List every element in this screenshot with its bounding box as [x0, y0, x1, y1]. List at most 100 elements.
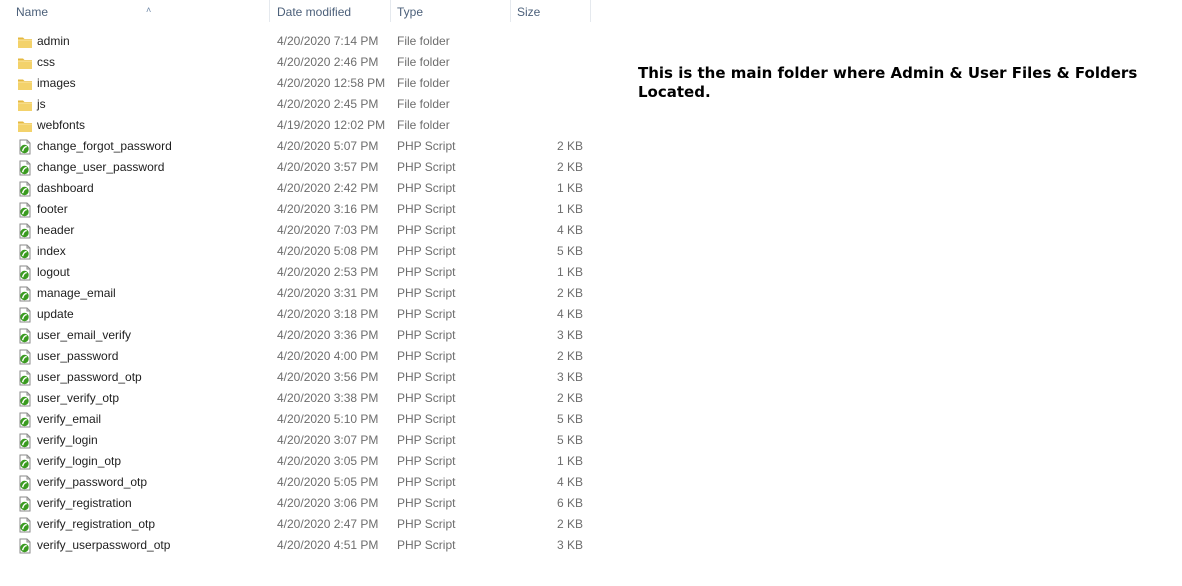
php-file-icon: [17, 391, 33, 407]
file-type: PHP Script: [397, 265, 456, 279]
file-date-modified: 4/20/2020 5:07 PM: [277, 139, 379, 153]
php-file-icon: [17, 139, 33, 155]
file-date-modified: 4/20/2020 3:31 PM: [277, 286, 379, 300]
file-name: update: [37, 307, 74, 321]
file-name: user_password: [37, 349, 119, 363]
file-row[interactable]: logout 4/20/2020 2:53 PM PHP Script 1 KB: [0, 262, 600, 283]
file-type: PHP Script: [397, 412, 456, 426]
file-row[interactable]: update 4/20/2020 3:18 PM PHP Script 4 KB: [0, 304, 600, 325]
column-header-name[interactable]: Name ˄: [10, 0, 270, 22]
file-date-modified: 4/20/2020 3:36 PM: [277, 328, 379, 342]
file-row[interactable]: header 4/20/2020 7:03 PM PHP Script 4 KB: [0, 220, 600, 241]
file-name: manage_email: [37, 286, 116, 300]
file-list: admin 4/20/2020 7:14 PM File folder css 4/20…: [0, 31, 600, 556]
file-row[interactable]: verify_email 4/20/2020 5:10 PM PHP Script 5…: [0, 409, 600, 430]
php-file-icon: [17, 412, 33, 428]
file-size: 1 KB: [556, 265, 583, 279]
file-name: footer: [37, 202, 68, 216]
file-date-modified: 4/20/2020 5:10 PM: [277, 412, 379, 426]
file-row[interactable]: verify_login 4/20/2020 3:07 PM PHP Script 5…: [0, 430, 600, 451]
file-name: change_user_password: [37, 160, 165, 174]
php-file-icon: [17, 349, 33, 365]
annotation-note: This is the main folder where Admin & Us…: [638, 64, 1138, 101]
column-header-size[interactable]: Size: [511, 0, 591, 22]
file-row[interactable]: user_email_verify 4/20/2020 3:36 PM PHP Sc…: [0, 325, 600, 346]
file-name: verify_login_otp: [37, 454, 122, 468]
folder-icon: [17, 118, 33, 134]
file-row[interactable]: verify_login_otp 4/20/2020 3:05 PM PHP Scr…: [0, 451, 600, 472]
file-type: File folder: [397, 34, 450, 48]
file-row[interactable]: index 4/20/2020 5:08 PM PHP Script 5 KB: [0, 241, 600, 262]
file-row[interactable]: webfonts 4/19/2020 12:02 PM File folder: [0, 115, 600, 136]
php-file-icon: [17, 496, 33, 512]
file-type: PHP Script: [397, 391, 456, 405]
file-date-modified: 4/20/2020 3:05 PM: [277, 454, 379, 468]
file-row[interactable]: user_password 4/20/2020 4:00 PM PHP Script…: [0, 346, 600, 367]
file-name: css: [37, 55, 55, 69]
php-file-icon: [17, 202, 33, 218]
file-date-modified: 4/20/2020 3:18 PM: [277, 307, 379, 321]
file-row[interactable]: verify_registration 4/20/2020 3:06 PM PHP …: [0, 493, 600, 514]
column-header-name-label: Name: [16, 5, 49, 19]
file-date-modified: 4/20/2020 7:14 PM: [277, 34, 379, 48]
file-type: PHP Script: [397, 433, 456, 447]
column-header-type[interactable]: Type: [391, 0, 511, 22]
file-type: PHP Script: [397, 244, 456, 258]
file-date-modified: 4/20/2020 5:08 PM: [277, 244, 379, 258]
file-date-modified: 4/20/2020 2:45 PM: [277, 97, 379, 111]
file-name: index: [37, 244, 66, 258]
php-file-icon: [17, 538, 33, 554]
file-size: 5 KB: [556, 244, 583, 258]
file-row[interactable]: verify_userpassword_otp 4/20/2020 4:51 PM…: [0, 535, 600, 556]
file-row[interactable]: manage_email 4/20/2020 3:31 PM PHP Script 2…: [0, 283, 600, 304]
php-file-icon: [17, 181, 33, 197]
file-row[interactable]: js 4/20/2020 2:45 PM File folder: [0, 94, 600, 115]
file-size: 3 KB: [556, 370, 583, 384]
file-type: PHP Script: [397, 160, 456, 174]
php-file-icon: [17, 433, 33, 449]
file-size: 4 KB: [556, 307, 583, 321]
file-type: File folder: [397, 55, 450, 69]
file-row[interactable]: verify_registration_otp 4/20/2020 2:47 PM…: [0, 514, 600, 535]
file-row[interactable]: verify_password_otp 4/20/2020 5:05 PM PHP …: [0, 472, 600, 493]
php-file-icon: [17, 265, 33, 281]
file-row[interactable]: css 4/20/2020 2:46 PM File folder: [0, 52, 600, 73]
file-type: PHP Script: [397, 454, 456, 468]
file-row[interactable]: admin 4/20/2020 7:14 PM File folder: [0, 31, 600, 52]
file-row[interactable]: footer 4/20/2020 3:16 PM PHP Script 1 KB: [0, 199, 600, 220]
php-file-icon: [17, 307, 33, 323]
file-name: images: [37, 76, 76, 90]
file-size: 1 KB: [556, 202, 583, 216]
file-size: 1 KB: [556, 181, 583, 195]
file-row[interactable]: dashboard 4/20/2020 2:42 PM PHP Script 1 KB: [0, 178, 600, 199]
file-name: verify_userpassword_otp: [37, 538, 171, 552]
column-header-type-label: Type: [397, 5, 424, 19]
file-date-modified: 4/19/2020 12:02 PM: [277, 118, 386, 132]
php-file-icon: [17, 475, 33, 491]
file-row[interactable]: user_password_otp 4/20/2020 3:56 PM PHP Sc…: [0, 367, 600, 388]
folder-icon: [17, 55, 33, 71]
file-type: PHP Script: [397, 202, 456, 216]
file-size: 2 KB: [556, 139, 583, 153]
file-date-modified: 4/20/2020 2:46 PM: [277, 55, 379, 69]
file-type: PHP Script: [397, 349, 456, 363]
file-type: PHP Script: [397, 496, 456, 510]
file-date-modified: 4/20/2020 3:57 PM: [277, 160, 379, 174]
sort-ascending-icon: ˄: [146, 5, 152, 15]
file-name: user_password_otp: [37, 370, 142, 384]
file-date-modified: 4/20/2020 5:05 PM: [277, 475, 379, 489]
folder-icon: [17, 97, 33, 113]
file-row[interactable]: change_user_password 4/20/2020 3:57 PM PHP…: [0, 157, 600, 178]
php-file-icon: [17, 517, 33, 533]
file-name: verify_password_otp: [37, 475, 148, 489]
folder-icon: [17, 34, 33, 50]
file-row[interactable]: images 4/20/2020 12:58 PM File folder: [0, 73, 600, 94]
file-date-modified: 4/20/2020 3:56 PM: [277, 370, 379, 384]
column-header-date-modified[interactable]: Date modified: [271, 0, 391, 22]
file-name: verify_email: [37, 412, 102, 426]
file-type: File folder: [397, 76, 450, 90]
file-date-modified: 4/20/2020 7:03 PM: [277, 223, 379, 237]
file-date-modified: 4/20/2020 3:38 PM: [277, 391, 379, 405]
file-row[interactable]: user_verify_otp 4/20/2020 3:38 PM PHP Scri…: [0, 388, 600, 409]
file-row[interactable]: change_forgot_password 4/20/2020 5:07 PM P…: [0, 136, 600, 157]
